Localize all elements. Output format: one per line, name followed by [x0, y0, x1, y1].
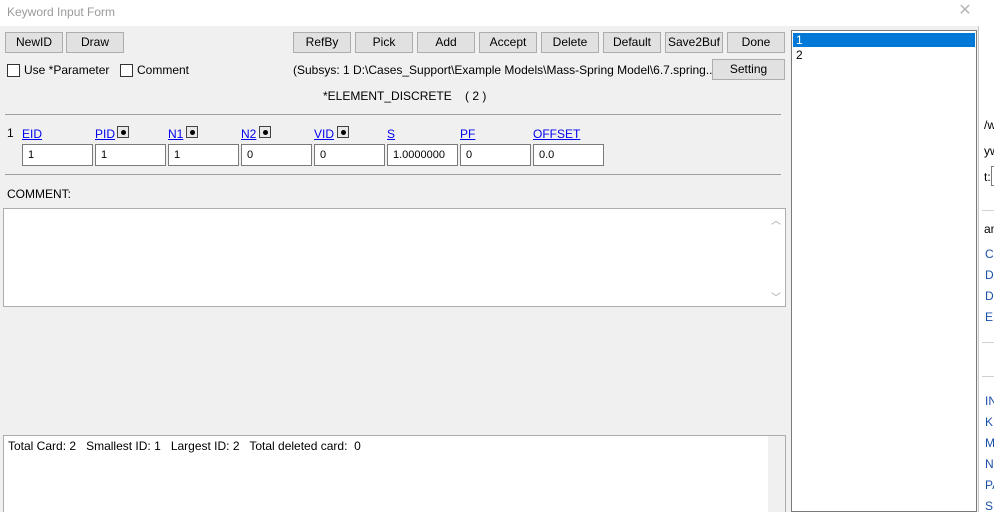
title-bar: Keyword Input Form ✕: [0, 0, 994, 26]
window-title: Keyword Input Form: [7, 5, 116, 19]
newid-button[interactable]: NewID: [5, 32, 63, 53]
background-link[interactable]: KE: [985, 415, 994, 429]
field-label-n1[interactable]: N1: [168, 127, 183, 141]
accept-button[interactable]: Accept: [479, 32, 537, 53]
total-deleted-label: Total deleted card:: [249, 439, 348, 453]
use-parameter-checkbox-box[interactable]: [7, 63, 20, 77]
n2-input[interactable]: 0: [241, 144, 312, 166]
subsys-path: (Subsys: 1 D:\Cases_Support\Example Mode…: [293, 63, 720, 77]
total-deleted-value: 0: [354, 439, 361, 453]
comment-checkbox[interactable]: Comment: [120, 63, 189, 77]
divider: [982, 376, 994, 377]
field-label-offset[interactable]: OFFSET: [533, 127, 580, 141]
keyword-title: *ELEMENT_DISCRETE ( 2 ): [323, 89, 486, 103]
list-item[interactable]: 2: [793, 48, 975, 62]
divider: [982, 342, 994, 343]
use-parameter-label: Use *Parameter: [24, 63, 110, 77]
pid-input[interactable]: 1: [95, 144, 166, 166]
background-link[interactable]: DA: [985, 268, 994, 282]
largest-id-label: Largest ID:: [170, 439, 230, 453]
setting-button[interactable]: Setting: [712, 59, 785, 80]
draw-button[interactable]: Draw: [66, 32, 124, 53]
vid-input[interactable]: 0: [314, 144, 385, 166]
divider: [5, 114, 781, 115]
background-link[interactable]: IN: [985, 394, 994, 408]
background-text: am: [984, 222, 994, 236]
comment-checkbox-box[interactable]: [120, 63, 133, 77]
list-item[interactable]: 1: [793, 33, 975, 47]
comment-textarea[interactable]: [3, 208, 786, 307]
field-label-pid[interactable]: PID: [95, 127, 115, 141]
add-button[interactable]: Add: [417, 32, 475, 53]
n1-pick-icon[interactable]: [186, 126, 198, 138]
card-row-number: 1: [7, 126, 14, 140]
comment-checkbox-label: Comment: [137, 63, 190, 77]
background-text: t:: [984, 170, 991, 184]
comment-label: COMMENT:: [7, 187, 71, 201]
offset-input[interactable]: 0.0: [533, 144, 604, 166]
delete-button[interactable]: Delete: [541, 32, 599, 53]
status-summary: Total Card: 2 Smallest ID: 1 Largest ID:…: [8, 439, 361, 453]
eid-input[interactable]: 1: [22, 144, 93, 166]
done-button[interactable]: Done: [727, 32, 785, 53]
keyword-name: *ELEMENT_DISCRETE: [323, 89, 452, 103]
smallest-id-label: Smallest ID:: [86, 439, 151, 453]
pick-button[interactable]: Pick: [355, 32, 413, 53]
divider: [982, 210, 994, 211]
default-button[interactable]: Default: [603, 32, 661, 53]
background-text: yw: [984, 144, 994, 158]
scroll-up-icon[interactable]: ︿: [771, 212, 781, 227]
total-card-label: Total Card:: [8, 439, 67, 453]
n2-pick-icon[interactable]: [259, 126, 271, 138]
background-link[interactable]: N: [985, 457, 994, 471]
background-link[interactable]: SE: [985, 499, 994, 512]
close-icon[interactable]: ✕: [956, 2, 974, 20]
smallest-id-value: 1: [154, 439, 161, 453]
refby-button[interactable]: RefBy: [293, 32, 351, 53]
field-label-vid[interactable]: VID: [314, 127, 334, 141]
scroll-down-icon[interactable]: ﹀: [771, 289, 781, 304]
background-window: /w yw t: am C( DA DE EL IN KE M N PA SE: [978, 26, 994, 512]
status-scrollbar[interactable]: [768, 436, 785, 512]
field-label-pf[interactable]: PF: [460, 127, 475, 141]
largest-id-value: 2: [232, 439, 240, 453]
background-link[interactable]: C(: [985, 247, 994, 261]
keyword-count: ( 2 ): [465, 89, 487, 103]
pf-input[interactable]: 0: [460, 144, 531, 166]
n1-input[interactable]: 1: [168, 144, 239, 166]
s-input[interactable]: 1.0000000: [387, 144, 458, 166]
vid-pick-icon[interactable]: [337, 126, 349, 138]
field-label-eid[interactable]: EID: [22, 127, 42, 141]
divider: [5, 174, 781, 175]
field-label-s[interactable]: S: [387, 127, 395, 141]
total-card-value: 2: [69, 439, 77, 453]
background-link[interactable]: M: [985, 436, 994, 450]
background-link[interactable]: EL: [985, 310, 994, 324]
background-link[interactable]: PA: [985, 478, 994, 492]
background-link[interactable]: DE: [985, 289, 994, 303]
save2buf-button[interactable]: Save2Buf: [665, 32, 723, 53]
background-text: /w: [984, 118, 994, 132]
field-label-n2[interactable]: N2: [241, 127, 256, 141]
pid-pick-icon[interactable]: [117, 126, 129, 138]
use-parameter-checkbox[interactable]: Use *Parameter: [7, 63, 109, 77]
id-listbox[interactable]: 1 2: [791, 30, 977, 512]
